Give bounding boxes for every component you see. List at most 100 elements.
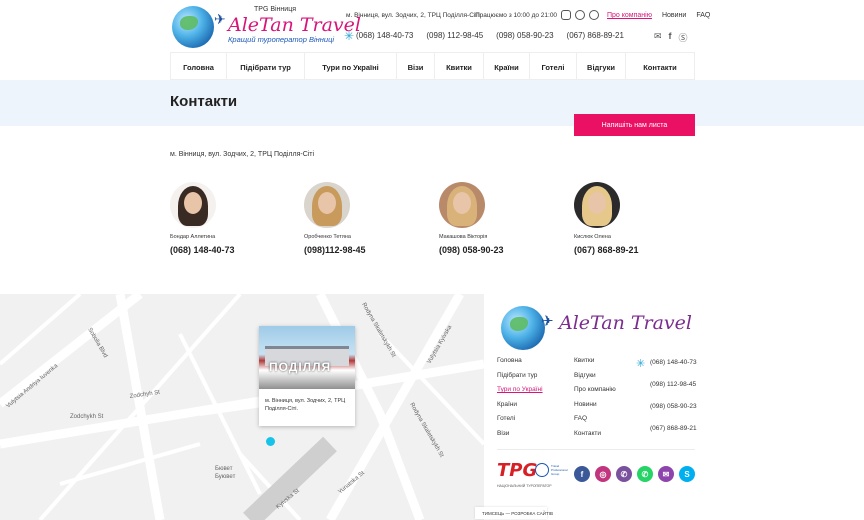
footer-phone[interactable]: (067) 868-89-21 <box>650 425 697 447</box>
header-phones: (068) 148-40-73 (098) 112-98-45 (098) 05… <box>356 31 624 40</box>
footer-menu-col1: Головна Підібрати тур Тури по Україні Кр… <box>497 357 543 444</box>
main-nav: Головна Підібрати тур Тури по Україні Ві… <box>170 52 695 81</box>
header-contact-icons: ✉ f Ⓢ <box>654 31 688 44</box>
nav-item-contacts[interactable]: Контакти <box>626 53 695 81</box>
orbit-icon <box>535 463 549 477</box>
footer-link-about[interactable]: Про компанію <box>574 386 616 401</box>
footer-link-reviews[interactable]: Відгуки <box>574 372 616 387</box>
manager-phone[interactable]: (098)112-98-45 <box>304 245 414 255</box>
footer-link-faq[interactable]: FAQ <box>574 415 616 430</box>
avatar <box>170 182 216 228</box>
map[interactable]: Zodchykh St Zodchyh St Sobolia Blvd Vuly… <box>0 294 484 520</box>
mall-sign: ПОДІЛЛЯ <box>269 360 332 374</box>
manager-card: Кислюк Олена (067) 868-89-21 <box>574 182 684 255</box>
tpg-caption: НАЦІОНАЛЬНИЙ ТУРОПЕРАТОР <box>497 484 552 488</box>
tpg-logo[interactable]: TPG Travel Professional Group НАЦІОНАЛЬН… <box>497 460 568 488</box>
footer-phone[interactable]: (098) 112-98-45 <box>650 381 697 403</box>
map-label: Буювет <box>215 474 236 480</box>
map-label: Бювет <box>215 466 233 472</box>
nav-item-home[interactable]: Головна <box>170 53 227 81</box>
footer-link-news[interactable]: Новини <box>574 401 616 416</box>
logo-title: AleTan Travel <box>228 14 361 36</box>
airplane-icon: ✈ <box>541 313 554 330</box>
footer-phone[interactable]: (098) 058-90-23 <box>650 403 697 425</box>
footer-link-hotels[interactable]: Готелі <box>497 415 543 430</box>
developer-badge[interactable]: ТИМСЕЦЬ — РОЗРОБКА САЙТІВ <box>475 507 553 519</box>
footer-phones: (068) 148-40-73 (098) 112-98-45 (098) 05… <box>650 359 697 447</box>
footer-link-ukraine-tours[interactable]: Тури по Україні <box>497 386 543 401</box>
footer-link-find-tour[interactable]: Підібрати тур <box>497 372 543 387</box>
manager-phone[interactable]: (098) 058-90-23 <box>439 245 549 255</box>
popup-address: м. Вінниця, вул. Зодчих, 2, ТРЦ Поділля-… <box>265 398 346 412</box>
manager-card: Оробченко Тетяна (098)112-98-45 <box>304 182 414 255</box>
viber-icon[interactable] <box>575 10 585 20</box>
footer-link-contacts[interactable]: Контакти <box>574 430 616 445</box>
manager-phone[interactable]: (067) 868-89-21 <box>574 245 684 255</box>
manager-name: Макашова Вікторія <box>439 234 488 240</box>
nav-item-countries[interactable]: Країни <box>484 53 530 81</box>
header-link-about[interactable]: Про компанію <box>607 12 652 19</box>
footer-link-tickets[interactable]: Квитки <box>574 357 616 372</box>
office-address: м. Вінниця, вул. Зодчих, 2, ТРЦ Поділля-… <box>170 151 315 158</box>
airplane-icon: ✈ <box>214 11 226 27</box>
tpg-wordmark: TPG <box>497 460 538 481</box>
nav-item-visas[interactable]: Візи <box>397 53 435 81</box>
page-title-band <box>0 80 864 126</box>
header-phone[interactable]: (098) 058-90-23 <box>496 31 553 40</box>
footer-link-visas[interactable]: Візи <box>497 430 543 445</box>
facebook-icon[interactable]: f <box>669 31 672 44</box>
street-label: Vulytsia Andriya Iuvenka <box>5 363 59 410</box>
kyivstar-icon: ✳ <box>636 358 646 370</box>
kyivstar-icon: ✳ <box>344 29 355 43</box>
skype-icon[interactable]: S <box>679 466 695 482</box>
mall-photo: ПОДІЛЛЯ <box>259 326 355 389</box>
header-phone[interactable]: (068) 148-40-73 <box>356 31 413 40</box>
map-popup[interactable]: ПОДІЛЛЯ м. Вінниця, вул. Зодчих, 2, ТРЦ … <box>259 326 355 426</box>
street-label: Zodchykh St <box>70 414 104 420</box>
nav-item-ukraine-tours[interactable]: Тури по Україні <box>305 53 397 81</box>
nav-item-tickets[interactable]: Квитки <box>435 53 484 81</box>
footer-logo-title: AleTan Travel <box>559 312 692 334</box>
manager-card: Бондар Аллетина (068) 148-40-73 <box>170 182 280 255</box>
header-links: Про компанію Новини FAQ <box>607 12 710 19</box>
street-label: Rodyna Skaletskykh St <box>408 402 444 459</box>
nav-item-find-tour[interactable]: Підібрати тур <box>227 53 305 81</box>
avatar <box>304 182 350 228</box>
footer-phone[interactable]: (068) 148-40-73 <box>650 359 697 381</box>
logo-top-text: TPG Вінниця <box>254 6 296 13</box>
globe-icon <box>172 6 214 48</box>
whatsapp-icon[interactable]: ✆ <box>637 466 653 482</box>
map-streets: Zodchykh St Zodchyh St Sobolia Blvd Vuly… <box>0 294 484 520</box>
header-link-faq[interactable]: FAQ <box>696 12 710 19</box>
developer-badge-text: ТИМСЕЦЬ — РОЗРОБКА САЙТІВ <box>482 510 554 516</box>
footer-logo[interactable]: ✈ AleTan Travel <box>497 304 692 354</box>
map-pin-icon[interactable] <box>266 437 275 446</box>
footer-link-home[interactable]: Головна <box>497 357 543 372</box>
header-link-news[interactable]: Новини <box>662 12 686 19</box>
tpg-small-text: Travel Professional Group <box>551 464 568 476</box>
header-social-icons <box>561 10 599 20</box>
street-label: Rodyna Skaletskykh St <box>360 302 396 359</box>
manager-phone[interactable]: (068) 148-40-73 <box>170 245 280 255</box>
nav-item-reviews[interactable]: Відгуки <box>577 53 626 81</box>
manager-card: Макашова Вікторія (098) 058-90-23 <box>439 182 549 255</box>
footer-link-countries[interactable]: Країни <box>497 401 543 416</box>
email-icon[interactable]: ✉ <box>658 466 674 482</box>
instagram-icon[interactable]: ◎ <box>595 466 611 482</box>
facebook-icon[interactable]: f <box>574 466 590 482</box>
footer-menu-col2: Квитки Відгуки Про компанію Новини FAQ К… <box>574 357 616 444</box>
avatar <box>574 182 620 228</box>
write-us-button[interactable]: Напишіть нам листа <box>574 114 695 136</box>
viber-icon[interactable]: ✆ <box>616 466 632 482</box>
nav-item-hotels[interactable]: Готелі <box>530 53 577 81</box>
email-icon[interactable]: ✉ <box>654 31 662 44</box>
header-phone[interactable]: (098) 112-98-45 <box>426 31 483 40</box>
footer-divider <box>497 449 695 450</box>
instagram-icon[interactable] <box>561 10 571 20</box>
manager-name: Оробченко Тетяна <box>304 234 351 240</box>
whatsapp-icon[interactable] <box>589 10 599 20</box>
footer-social-icons: f ◎ ✆ ✆ ✉ S <box>574 466 695 482</box>
skype-icon[interactable]: Ⓢ <box>679 31 688 44</box>
header-logo[interactable]: ✈ TPG Вінниця AleTan Travel Кращий туроп… <box>170 4 361 50</box>
header-phone[interactable]: (067) 868-89-21 <box>567 31 624 40</box>
